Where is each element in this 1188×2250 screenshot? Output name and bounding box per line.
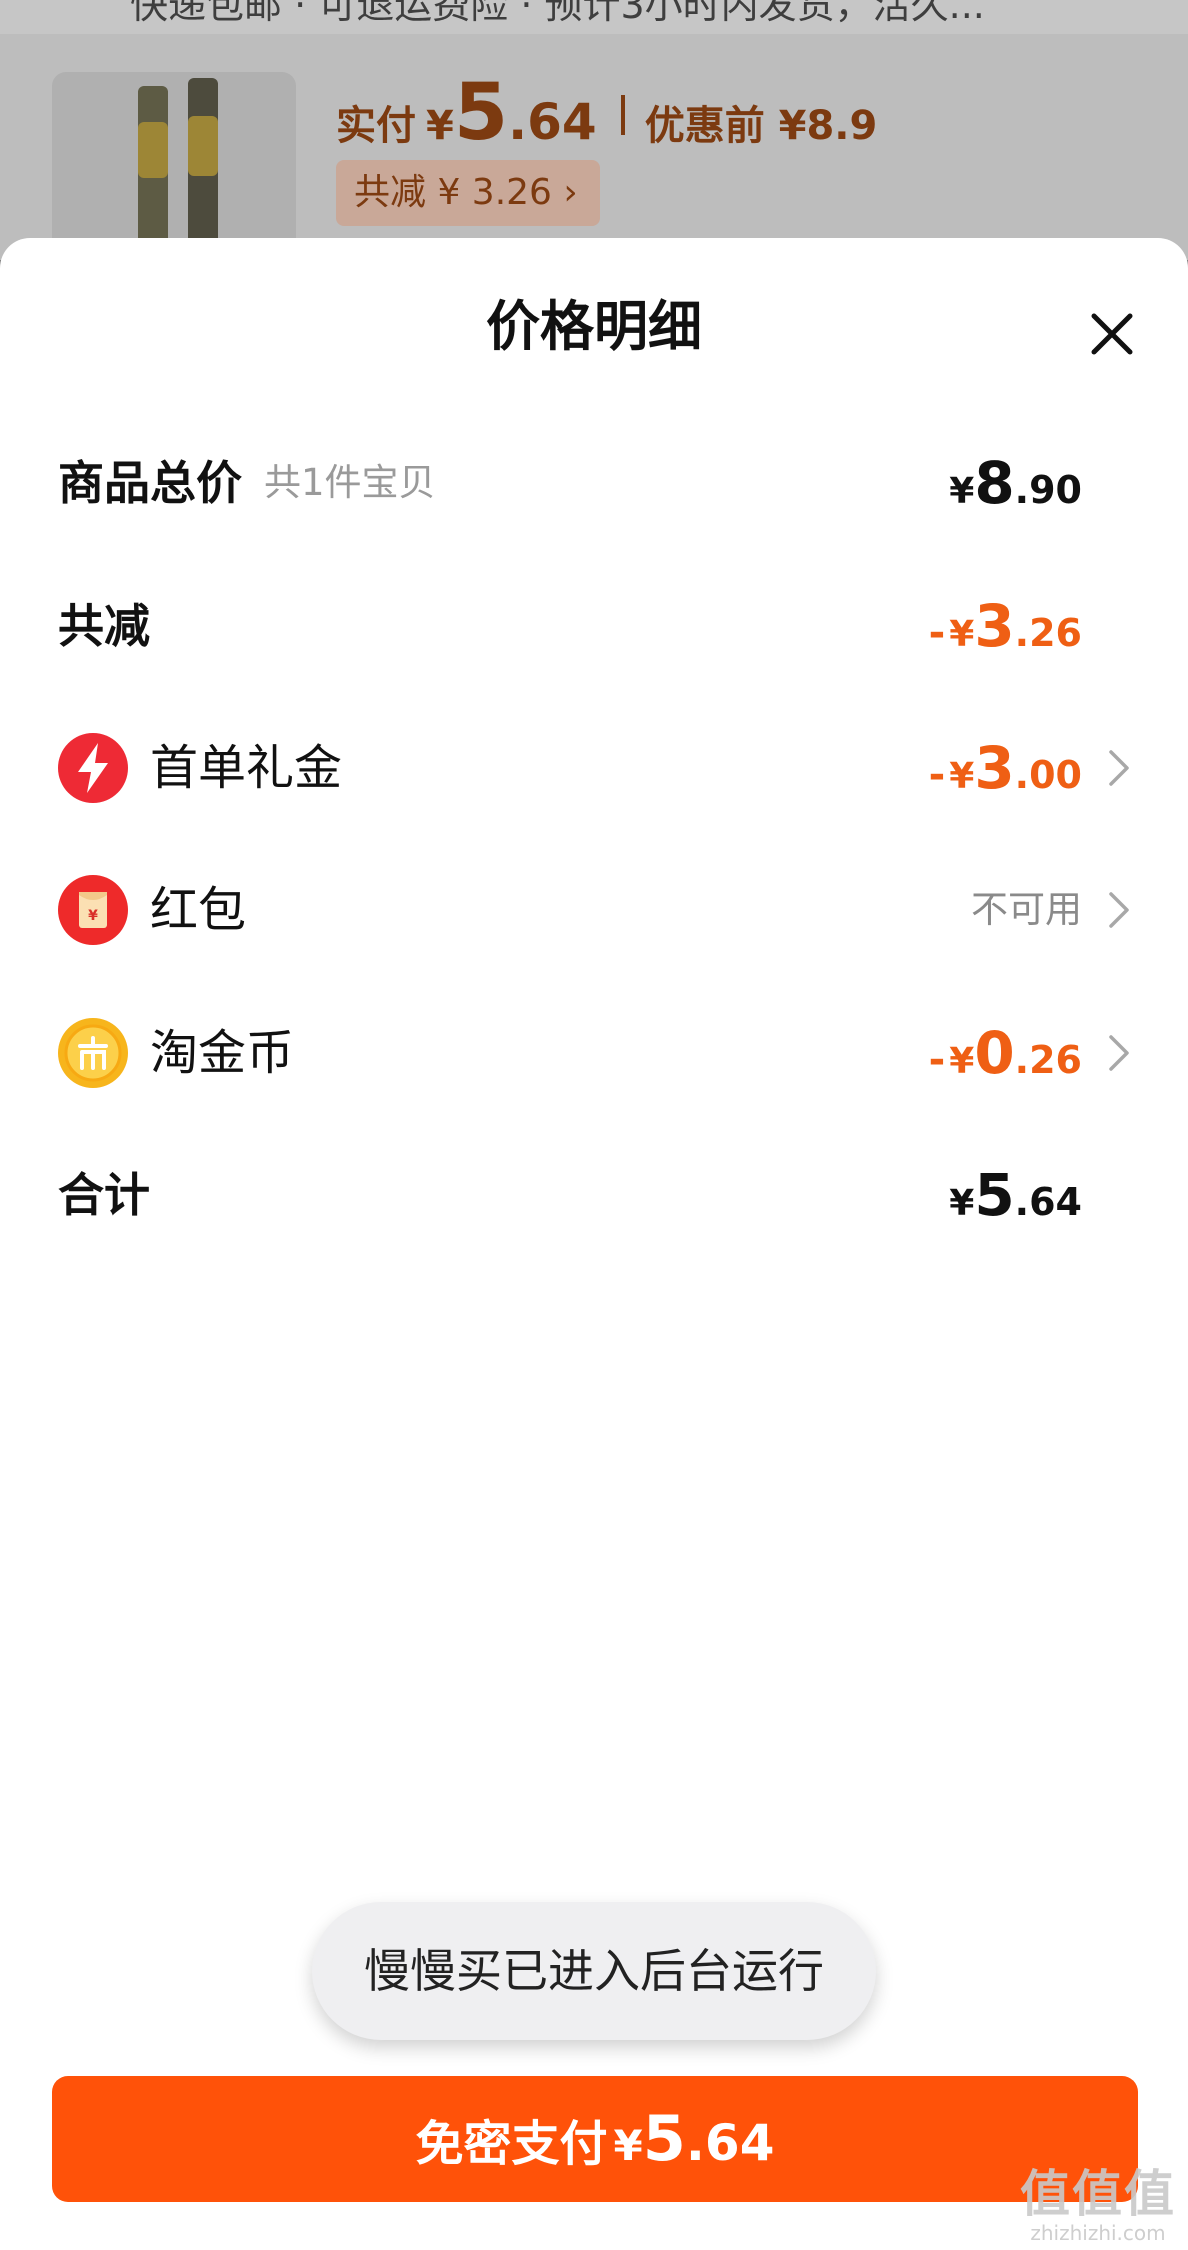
total-reduce-sign: - bbox=[928, 610, 946, 656]
site-watermark: 值值值 zhizhizhi.com bbox=[1018, 2166, 1178, 2244]
row-total-reduce: 共减 - ¥3.26 bbox=[58, 581, 1130, 671]
paid-int: 5 bbox=[453, 68, 509, 158]
sheet-title: 价格明细 bbox=[486, 295, 702, 358]
red-packet-icon: ¥ bbox=[58, 875, 128, 945]
close-icon[interactable] bbox=[1088, 310, 1136, 358]
cable-image-right-band bbox=[188, 116, 218, 176]
goods-total-amount: ¥8.90 bbox=[949, 438, 1082, 543]
goods-count-text: 共1件宝贝 bbox=[264, 461, 436, 504]
goods-total-label: 商品总价 bbox=[58, 456, 242, 510]
first-order-yen: ¥ bbox=[949, 756, 975, 797]
row-red-packet[interactable]: ¥ 红包 不可用 bbox=[58, 865, 1130, 955]
paid-yen: ¥ bbox=[426, 103, 454, 149]
total-reduce-amount: - ¥3.26 bbox=[929, 581, 1082, 686]
row-goods-total: 商品总价 共1件宝贝 ¥8.90 bbox=[58, 438, 1130, 528]
svg-text:¥: ¥ bbox=[88, 908, 98, 924]
total-reduce-dec: .26 bbox=[1014, 611, 1082, 655]
pay-button-label: 免密支付 bbox=[415, 2116, 608, 2172]
chevron-right-icon bbox=[1109, 892, 1129, 928]
coins-sign: - bbox=[928, 1037, 946, 1083]
taobao-coins-amount: - ¥0.26 bbox=[929, 1008, 1082, 1113]
watermark-domain: zhizhizhi.com bbox=[1030, 2221, 1166, 2245]
price-before-discount: 优惠前 ¥8.9 bbox=[644, 103, 878, 149]
chevron-right-icon bbox=[1109, 1035, 1129, 1071]
first-order-sign: - bbox=[928, 752, 946, 798]
first-order-dec: .00 bbox=[1014, 753, 1082, 797]
red-packet-label: 红包 bbox=[150, 882, 247, 938]
red-packet-status: 不可用 bbox=[971, 888, 1082, 931]
watermark-logo: 值值值 bbox=[1020, 2165, 1176, 2223]
sum-amount: ¥5.64 bbox=[949, 1150, 1082, 1255]
row-taobao-coins[interactable]: 淘金币 - ¥0.26 bbox=[58, 1008, 1130, 1098]
sum-yen: ¥ bbox=[949, 1183, 975, 1224]
background-page: 快递包邮 · 可退运费险 · 预计3小时内发货，活久... 实付 ¥5.64 优惠前… bbox=[0, 0, 1188, 260]
first-order-gift-amount: - ¥3.00 bbox=[929, 723, 1082, 828]
paid-dec: .64 bbox=[508, 93, 597, 151]
total-reduce-int: 3 bbox=[974, 592, 1015, 660]
total-reduce-yen: ¥ bbox=[949, 614, 975, 655]
pay-button-int: 5 bbox=[642, 2102, 686, 2175]
pay-button-yen: ¥ bbox=[613, 2121, 643, 2170]
background-shipping-line: 快递包邮 · 可退运费险 · 预计3小时内发货，活久... bbox=[0, 0, 1188, 34]
sum-int: 5 bbox=[974, 1161, 1015, 1229]
coins-dec: .26 bbox=[1014, 1038, 1082, 1082]
lightning-icon bbox=[58, 733, 128, 803]
password-free-pay-button[interactable]: 免密支付 ¥5.64 bbox=[52, 2076, 1138, 2202]
sum-dec: .64 bbox=[1014, 1180, 1082, 1224]
sum-label: 合计 bbox=[58, 1168, 150, 1222]
coins-yen: ¥ bbox=[949, 1041, 975, 1082]
price-divider bbox=[620, 95, 625, 135]
background-total-reduce-badge: 共减 ¥ 3.26 › bbox=[336, 160, 600, 226]
background-shipping-text: 快递包邮 · 可退运费险 · 预计3小时内发货，活久... bbox=[130, 0, 985, 27]
background-paid-price: 实付 ¥5.64 优惠前 ¥8.9 bbox=[336, 68, 877, 158]
paid-label: 实付 bbox=[336, 103, 416, 149]
row-first-order-gift[interactable]: 首单礼金 - ¥3.00 bbox=[58, 723, 1130, 813]
gold-coin-icon bbox=[58, 1018, 128, 1088]
first-order-gift-label: 首单礼金 bbox=[150, 740, 343, 796]
product-thumbnail bbox=[52, 72, 296, 260]
pay-button-dec: .64 bbox=[685, 2114, 775, 2172]
cable-image-left-band bbox=[138, 122, 168, 178]
row-sum: 合计 ¥5.64 bbox=[58, 1150, 1130, 1240]
coins-int: 0 bbox=[974, 1019, 1015, 1087]
background-running-toast: 慢慢买已进入后台运行 bbox=[312, 1902, 876, 2040]
taobao-coins-label: 淘金币 bbox=[150, 1025, 295, 1081]
goods-total-yen: ¥ bbox=[949, 471, 975, 512]
chevron-right-icon bbox=[1109, 750, 1129, 786]
goods-total-int: 8 bbox=[974, 449, 1015, 517]
goods-total-dec: .90 bbox=[1014, 468, 1082, 512]
first-order-int: 3 bbox=[974, 734, 1015, 802]
total-reduce-label: 共减 bbox=[58, 599, 150, 653]
